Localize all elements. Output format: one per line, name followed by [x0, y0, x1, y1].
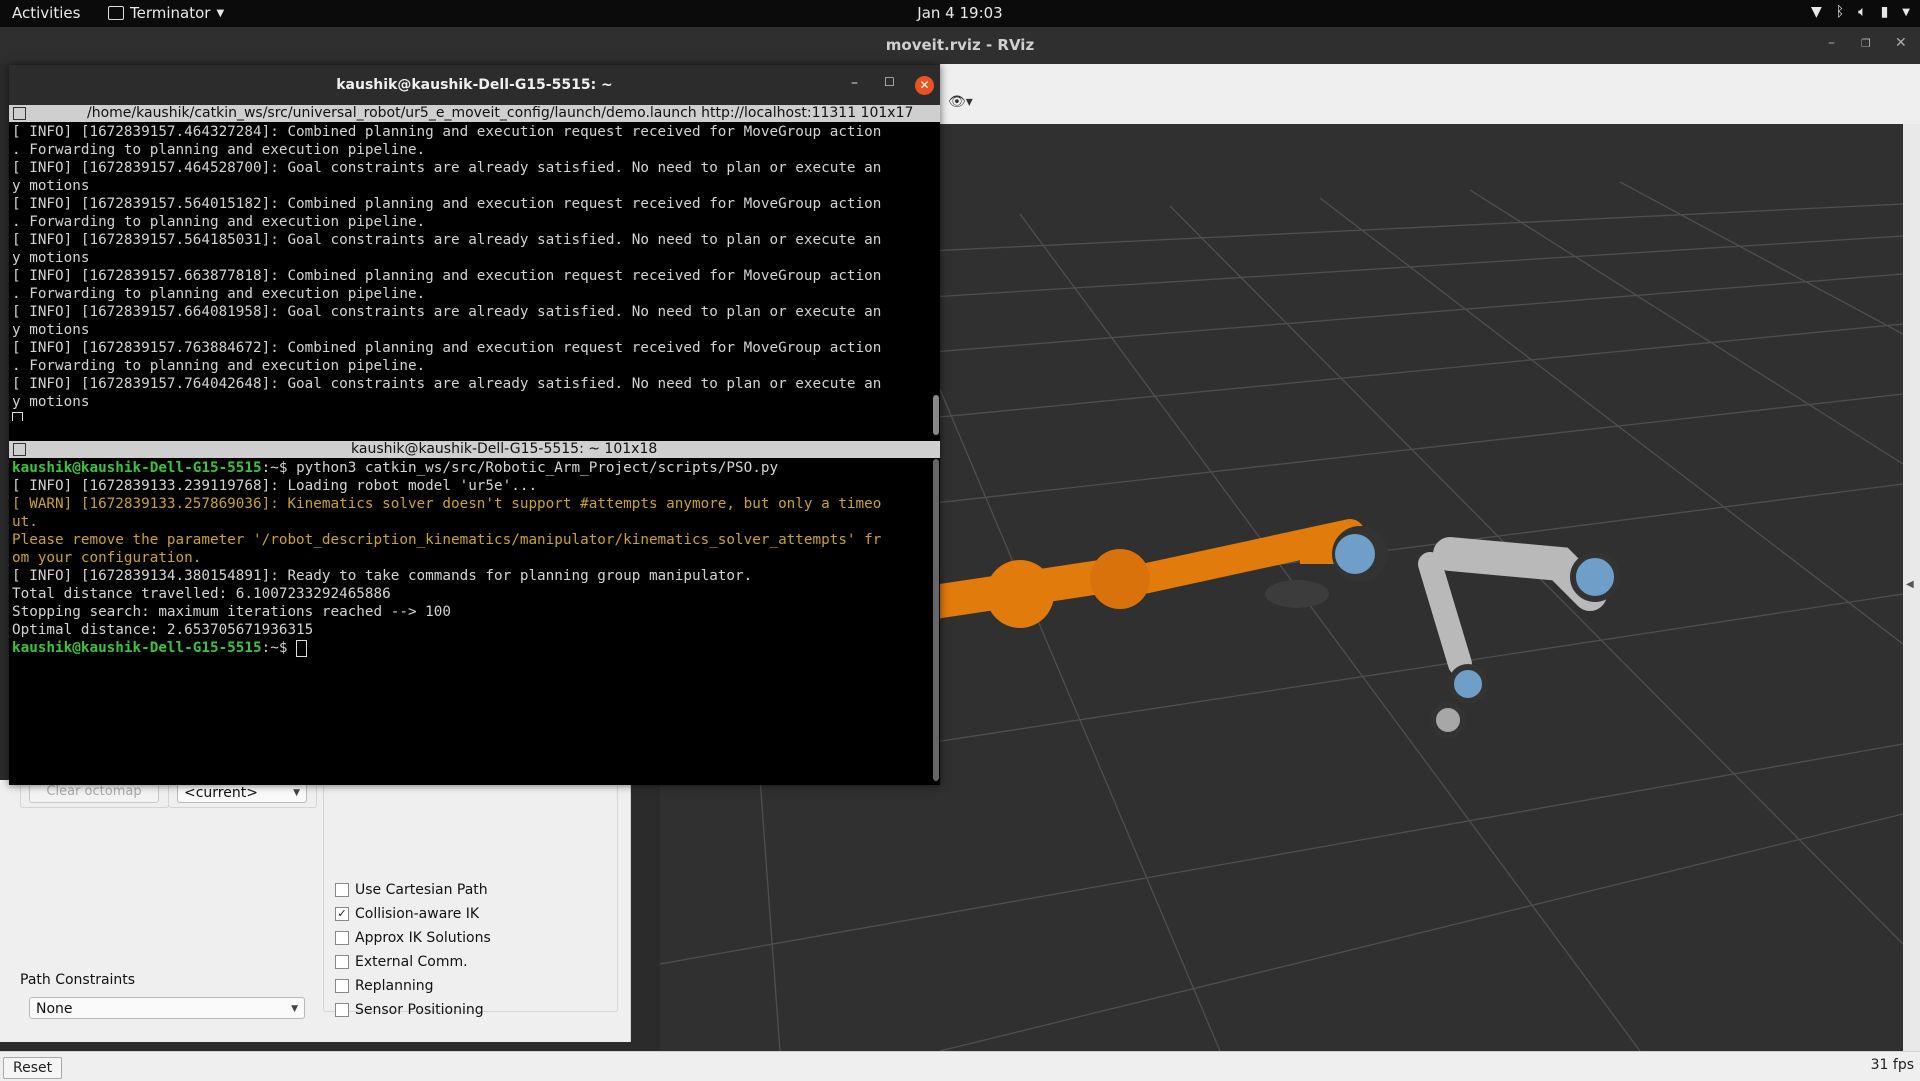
shell-command: python3 catkin_ws/src/Robotic_Arm_Projec… — [296, 460, 779, 476]
pane1-title: /home/kaushik/catkin_ws/src/universal_ro… — [87, 105, 914, 121]
collision-aware-ik-checkbox[interactable]: ✓ Collision-aware IK — [335, 906, 479, 922]
shell-prompt: kaushik@kaushik-Dell-G15-5515 — [12, 460, 262, 476]
terminal-line: Stopping search: maximum iterations reac… — [12, 604, 451, 620]
terminator-window[interactable]: kaushik@kaushik-Dell-G15-5515: ~ – ☐ ✕ /… — [9, 65, 940, 785]
prompt-suffix: :~$ — [261, 460, 297, 476]
wifi-icon: ▼ — [1810, 4, 1822, 20]
collapse-arrow-icon[interactable]: ◀ — [1906, 579, 1914, 590]
dropdown-arrow-icon: ▼ — [291, 1004, 298, 1014]
terminal-line: [ INFO] [1672839134.380154891]: Ready to… — [12, 568, 753, 584]
terminal-line: [ INFO] [1672839157.764042648]: Goal con… — [12, 376, 882, 392]
terminal-line: [ INFO] [1672839157.763884672]: Combined… — [12, 340, 882, 356]
terminal-line: [ INFO] [1672839133.239119768]: Loading … — [12, 478, 538, 494]
use-cartesian-path-checkbox[interactable]: Use Cartesian Path — [335, 882, 488, 898]
motion-planning-panel: Clear octomap <current> ▼ Use Cartesian … — [0, 770, 631, 1042]
terminal-pane-launch[interactable]: [ INFO] [1672839157.464327284]: Combined… — [9, 123, 930, 421]
terminal-titlebar: kaushik@kaushik-Dell-G15-5515: ~ – ☐ ✕ — [9, 65, 940, 105]
terminal-line: Optimal distance: 2.653705671936315 — [12, 622, 314, 638]
external-comm-checkbox[interactable]: External Comm. — [335, 954, 468, 970]
terminal-line: [ INFO] [1672839157.664081958]: Goal con… — [12, 304, 882, 320]
terminal-line: om your configuration. — [12, 550, 202, 566]
path-constraints-value: None — [36, 1001, 73, 1017]
right-collapse-strip[interactable]: ◀ — [1903, 124, 1920, 1051]
pane1-scrollbar[interactable] — [933, 395, 939, 435]
terminal-line: Please remove the parameter '/robot_desc… — [12, 532, 882, 548]
clock[interactable]: Jan 4 19:03 — [0, 4, 1920, 22]
terminal-cursor-line — [9, 411, 930, 421]
checkbox-label: Approx IK Solutions — [355, 930, 491, 946]
battery-icon: ▮ — [1880, 4, 1889, 20]
reset-button[interactable]: Reset — [3, 1057, 63, 1079]
pane2-scrollbar[interactable] — [933, 459, 939, 781]
terminal-line: [ INFO] [1672839157.464327284]: Combined… — [12, 124, 882, 140]
replanning-checkbox[interactable]: Replanning — [335, 978, 433, 994]
terminal-line: . Forwarding to planning and execution p… — [12, 286, 426, 302]
dropdown-arrow-icon: ▼ — [293, 788, 300, 798]
shell-prompt: kaushik@kaushik-Dell-G15-5515 — [12, 640, 262, 656]
bluetooth-icon: ᛒ — [1835, 4, 1845, 20]
path-constraints-label: Path Constraints — [20, 972, 136, 988]
checkbox-box — [335, 955, 349, 969]
terminal-line: y motions — [12, 250, 90, 266]
rviz-titlebar: moveit.rviz - RViz – ❐ ✕ — [0, 27, 1920, 64]
eye-icon[interactable]: 👁︎▾ — [948, 94, 973, 110]
rviz-toolbar: 👁︎▾ — [940, 64, 1920, 125]
pane1-header: /home/kaushik/catkin_ws/src/universal_ro… — [9, 105, 940, 122]
volume-icon: 🔈︎ — [1858, 4, 1867, 20]
maximize-icon[interactable]: ❐ — [1861, 37, 1871, 50]
terminal-line: ut. — [12, 514, 38, 530]
terminal-line: . Forwarding to planning and execution p… — [12, 358, 426, 374]
pane2-title: kaushik@kaushik-Dell-G15-5515: ~ 101x18 — [351, 441, 658, 457]
terminal-line: Total distance travelled: 6.100723329246… — [12, 586, 391, 602]
checkbox-label: Replanning — [355, 978, 434, 994]
maximize-icon[interactable]: ☐ — [884, 75, 895, 89]
terminal-line: [ WARN] [1672839133.257869036]: Kinemati… — [12, 496, 882, 512]
terminal-line: y motions — [12, 178, 90, 194]
terminal-line: y motions — [12, 394, 90, 410]
terminal-line: [ INFO] [1672839157.464528700]: Goal con… — [12, 160, 882, 176]
ur5e-robot-arm — [838, 519, 1620, 738]
prompt-line: kaushik@kaushik-Dell-G15-5515:~$ python3… — [9, 459, 930, 477]
terminal-window-title: kaushik@kaushik-Dell-G15-5515: ~ — [336, 77, 613, 93]
fps-counter: 31 fps — [1870, 1057, 1914, 1073]
minimize-icon[interactable]: – — [1828, 35, 1835, 51]
checkbox-label: Sensor Positioning — [355, 1002, 484, 1018]
checkbox-box — [335, 979, 349, 993]
terminal-line: [ INFO] [1672839157.564015182]: Combined… — [12, 196, 882, 212]
checkbox-label: Use Cartesian Path — [355, 882, 488, 898]
pane-grip-icon[interactable] — [13, 107, 26, 120]
close-icon[interactable]: ✕ — [1895, 35, 1907, 51]
terminal-line: [ INFO] [1672839157.663877818]: Combined… — [12, 268, 882, 284]
terminal-pane-pso[interactable]: kaushik@kaushik-Dell-G15-5515:~$ python3… — [9, 459, 930, 785]
sensor-positioning-checkbox[interactable]: Sensor Positioning — [335, 1002, 484, 1018]
close-icon[interactable]: ✕ — [915, 76, 934, 95]
checkbox-box — [335, 883, 349, 897]
top-bar: Activities Terminator ▼ Jan 4 19:03 ▼ ᛒ … — [0, 0, 1920, 27]
path-constraints-select[interactable]: None ▼ — [29, 997, 305, 1019]
pane2-header: kaushik@kaushik-Dell-G15-5515: ~ 101x18 — [9, 441, 940, 458]
terminal-line: [ INFO] [1672839157.564185031]: Goal con… — [12, 232, 882, 248]
checkmark-icon: ✓ — [335, 907, 349, 921]
goal-state-value: <current> — [184, 785, 258, 801]
prompt-suffix: :~$ — [261, 640, 297, 656]
checkbox-box — [335, 931, 349, 945]
checkbox-label: External Comm. — [355, 954, 468, 970]
terminal-line: . Forwarding to planning and execution p… — [12, 142, 426, 158]
system-tray[interactable]: ▼ ᛒ 🔈︎ ▮ ▼ — [1811, 4, 1910, 20]
pane-grip-icon[interactable] — [13, 443, 26, 456]
checkbox-label: Collision-aware IK — [355, 906, 480, 922]
checkbox-box — [335, 1003, 349, 1017]
approx-ik-solutions-checkbox[interactable]: Approx IK Solutions — [335, 930, 491, 946]
terminal-line: y motions — [12, 322, 90, 338]
cursor — [12, 411, 23, 421]
terminal-line: . Forwarding to planning and execution p… — [12, 214, 426, 230]
prompt-line: kaushik@kaushik-Dell-G15-5515:~$ — [9, 639, 930, 657]
rviz-status-bar: Reset 31 fps — [0, 1051, 1920, 1081]
caret-down-icon: ▼ — [1902, 6, 1910, 18]
rviz-window-title: moveit.rviz - RViz — [885, 36, 1035, 54]
cursor — [296, 639, 308, 657]
minimize-icon[interactable]: – — [851, 75, 858, 91]
